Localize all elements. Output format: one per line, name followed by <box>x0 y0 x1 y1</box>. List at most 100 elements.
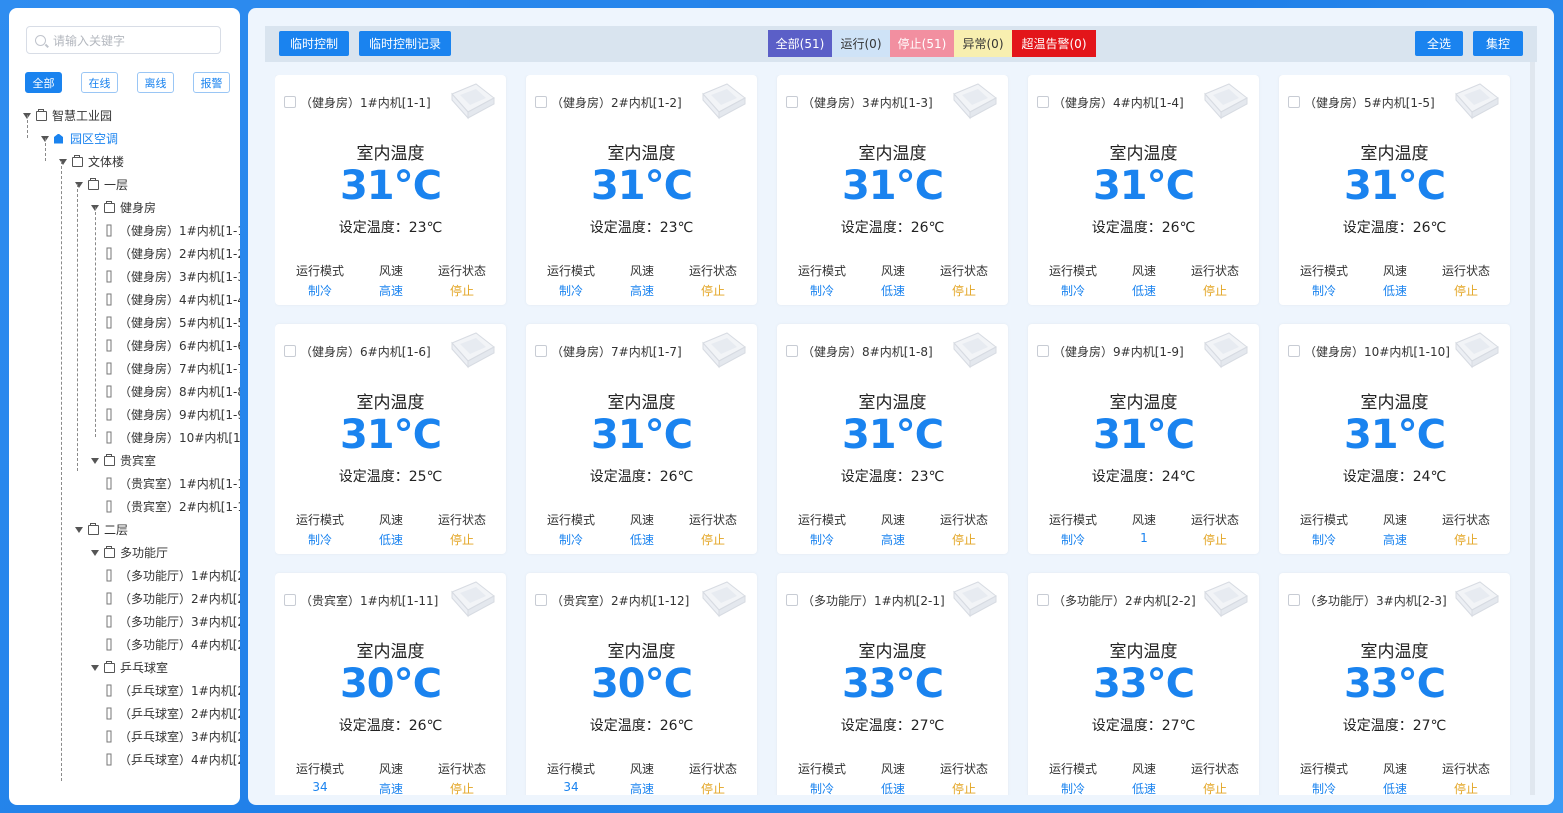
tree-node[interactable]: （乒乓球室）2#内机[2-6] <box>23 702 240 725</box>
indoor-temp-value: 31℃ <box>841 163 944 209</box>
tree-node[interactable]: （健身房）9#内机[1-9] <box>23 403 240 426</box>
tree-node-label: （多功能厅）3#内机[2-3] <box>119 615 240 629</box>
tree-node[interactable]: （贵宾室）1#内机[1-11] <box>23 472 240 495</box>
select-checkbox[interactable] <box>1037 345 1049 357</box>
ac-unit-card[interactable]: （贵宾室）2#内机[1-12] 室内温度 30℃ 设定温度：26℃ 运行模式 34 风速 高速… <box>526 573 757 795</box>
ac-unit-card[interactable]: （健身房）10#内机[1-10] 室内温度 31℃ 设定温度：24℃ 运行模式 制冷 风速高… <box>1279 324 1510 554</box>
tree-node[interactable]: （健身房）8#内机[1-8] <box>23 380 240 403</box>
tree-node[interactable]: 文体楼 <box>23 150 240 173</box>
tree-node[interactable]: （乒乓球室）4#内机[2-8] <box>23 748 240 771</box>
ac-unit-card[interactable]: （多功能厅）3#内机[2-3] 室内温度 33℃ 设定温度：27℃ 运行模式 制冷 风速 低速… <box>1279 573 1510 795</box>
ac-unit-card[interactable]: （健身房）9#内机[1-9] 室内温度 31℃ 设定温度：24℃ 运行模式 制冷 风速 1 运行… <box>1028 324 1259 554</box>
unit-name: （健身房）2#内机[1-2] <box>551 96 682 110</box>
filter-button[interactable]: 报警 <box>193 72 230 93</box>
tree-node[interactable]: （多功能厅）1#内机[2-1] <box>23 564 240 587</box>
tree-connector <box>61 161 62 781</box>
ac-unit-card[interactable]: （健身房）7#内机[1-7] 室内温度 31℃ 设定温度：26℃ 运行模式 制冷 风速 低速运… <box>526 324 757 554</box>
select-checkbox[interactable] <box>535 96 547 108</box>
tree-node[interactable]: （健身房）6#内机[1-6] <box>23 334 240 357</box>
tree-node[interactable]: （健身房）4#内机[1-4] <box>23 288 240 311</box>
tree-node-label: （健身房）10#内机[1-10] <box>119 431 240 445</box>
unit-name: （健身房）6#内机[1-6] <box>300 345 431 359</box>
tree-node[interactable]: 一层 <box>23 173 240 196</box>
ac-unit-card[interactable]: （健身房）3#内机[1-3] 室内温度 31℃ 设定温度：26℃ 运行模式 制冷 风速 低速运… <box>777 75 1008 305</box>
chevron-down-icon[interactable] <box>91 457 99 464</box>
filter-button[interactable]: 离线 <box>137 72 174 93</box>
tree-node[interactable]: 健身房 <box>23 196 240 219</box>
set-temp: 设定温度：26℃ <box>777 217 1008 237</box>
folder-icon <box>88 177 99 190</box>
ac-unit-card[interactable]: （多功能厅）1#内机[2-1] 室内温度 33℃ 设定温度：27℃ 运行模式 制冷 风速 低速… <box>777 573 1008 795</box>
select-checkbox[interactable] <box>786 594 798 606</box>
ac-unit-card[interactable]: （健身房）8#内机[1-8] 室内温度 31℃ 设定温度：23℃ 运行模式 制冷 风速 高速运… <box>777 324 1008 554</box>
select-checkbox[interactable] <box>284 96 296 108</box>
tree-node[interactable]: （健身房）5#内机[1-5] <box>23 311 240 334</box>
fan-label: 风速 <box>880 762 905 776</box>
tree-node[interactable]: （健身房）10#内机[1-10] <box>23 426 240 449</box>
chevron-down-icon[interactable] <box>91 549 99 556</box>
ac-unit-card[interactable]: （健身房）4#内机[1-4] 室内温度 31℃ 设定温度：26℃ 运行模式 制冷 风速 低速运… <box>1028 75 1259 305</box>
tree-node[interactable]: （健身房）3#内机[1-3] <box>23 265 240 288</box>
status-tab[interactable]: 运行(0) <box>832 30 890 57</box>
select-checkbox[interactable] <box>786 96 798 108</box>
state-label: 运行状态 <box>437 264 486 278</box>
fan-stat: 风速 高速 <box>607 760 677 795</box>
temp-control-button[interactable]: 临时控制 <box>279 31 349 56</box>
select-all-button[interactable]: 全选 <box>1415 31 1463 56</box>
state-stat: 运行状态 停止 <box>678 262 748 299</box>
indoor-temp-label: 室内温度 <box>607 144 676 164</box>
set-temp: 设定温度：27℃ <box>1279 715 1510 735</box>
tree-node[interactable]: 智慧工业园 <box>23 104 240 127</box>
scrollbar-track[interactable] <box>1530 62 1535 795</box>
tree-node[interactable]: （多功能厅）2#内机[2-2] <box>23 587 240 610</box>
fan-value: 低速 <box>1382 284 1407 298</box>
tree-node[interactable]: （健身房）2#内机[1-2] <box>23 242 240 265</box>
tree-node[interactable]: 贵宾室 <box>23 449 240 472</box>
status-tab[interactable]: 异常(0) <box>954 30 1012 57</box>
state-label: 运行状态 <box>688 264 737 278</box>
status-tab[interactable]: 全部(51) <box>768 30 832 57</box>
tree-node[interactable]: （乒乓球室）3#内机[2-7] <box>23 725 240 748</box>
select-checkbox[interactable] <box>535 594 547 606</box>
select-checkbox[interactable] <box>1288 345 1300 357</box>
ac-unit-card[interactable]: （多功能厅）2#内机[2-2] 室内温度 33℃ 设定温度：27℃ 运行模式 制冷 风速 低速… <box>1028 573 1259 795</box>
select-checkbox[interactable] <box>284 345 296 357</box>
ac-unit-card[interactable]: （健身房）1#内机[1-1] 室内温度 31℃ 设定温度：23℃ 运行模式 制冷 风速 高速运… <box>275 75 506 305</box>
ac-unit-card[interactable]: （健身房）2#内机[1-2] 室内温度 31℃ 设定温度：23℃ 运行模式 制冷 风速 高速运… <box>526 75 757 305</box>
tree-node[interactable]: （乒乓球室）1#内机[2-5] <box>23 679 240 702</box>
select-checkbox[interactable] <box>1288 594 1300 606</box>
status-tab[interactable]: 超温告警(0) <box>1012 30 1096 57</box>
select-checkbox[interactable] <box>535 345 547 357</box>
set-temp: 设定温度：23℃ <box>275 217 506 237</box>
filter-button[interactable]: 全部 <box>25 72 62 93</box>
select-checkbox[interactable] <box>1288 96 1300 108</box>
tree-node[interactable]: （贵宾室）2#内机[1-12] <box>23 495 240 518</box>
status-tabs: 全部(51) 运行(0) 停止(51) 异常(0) 超温告警(0) <box>768 30 1096 57</box>
search-input[interactable]: 请输入关键字 <box>26 26 221 54</box>
ac-unit-card[interactable]: （健身房）6#内机[1-6] 室内温度 31℃ 设定温度：25℃ 运行模式 制冷 风速 低速运… <box>275 324 506 554</box>
temp-control-log-button[interactable]: 临时控制记录 <box>359 31 451 56</box>
tree-node[interactable]: （健身房）7#内机[1-7] <box>23 357 240 380</box>
mode-label: 运行模式 <box>1299 513 1348 527</box>
tree-node[interactable]: 二层 <box>23 518 240 541</box>
select-checkbox[interactable] <box>1037 96 1049 108</box>
tree-node[interactable]: （健身房）1#内机[1-1] <box>23 219 240 242</box>
tree-node[interactable]: 园区空调 <box>23 127 240 150</box>
status-tab[interactable]: 停止(51) <box>890 30 954 57</box>
chevron-down-icon[interactable] <box>91 664 99 671</box>
group-control-button[interactable]: 集控 <box>1473 31 1523 56</box>
mode-stat: 运行模式 制冷 <box>285 511 355 548</box>
tree-node[interactable]: 多功能厅 <box>23 541 240 564</box>
select-checkbox[interactable] <box>786 345 798 357</box>
ac-unit-card[interactable]: （贵宾室）1#内机[1-11] 室内温度 30℃ 设定温度：26℃ 运行模式 34 风速 高速… <box>275 573 506 795</box>
select-checkbox[interactable] <box>284 594 296 606</box>
set-temp: 设定温度：26℃ <box>1028 217 1259 237</box>
select-checkbox[interactable] <box>1037 594 1049 606</box>
filter-button[interactable]: 在线 <box>81 72 118 93</box>
indoor-temp-value: 31℃ <box>339 412 442 458</box>
tree-node[interactable]: （多功能厅）3#内机[2-3] <box>23 610 240 633</box>
chevron-down-icon[interactable] <box>75 526 83 533</box>
ac-unit-card[interactable]: （健身房）5#内机[1-5] 室内温度 31℃ 设定温度：26℃ 运行模式 制冷 风速 低速运… <box>1279 75 1510 305</box>
tree-node[interactable]: 乒乓球室 <box>23 656 240 679</box>
tree-node[interactable]: （多功能厅）4#内机[2-4] <box>23 633 240 656</box>
